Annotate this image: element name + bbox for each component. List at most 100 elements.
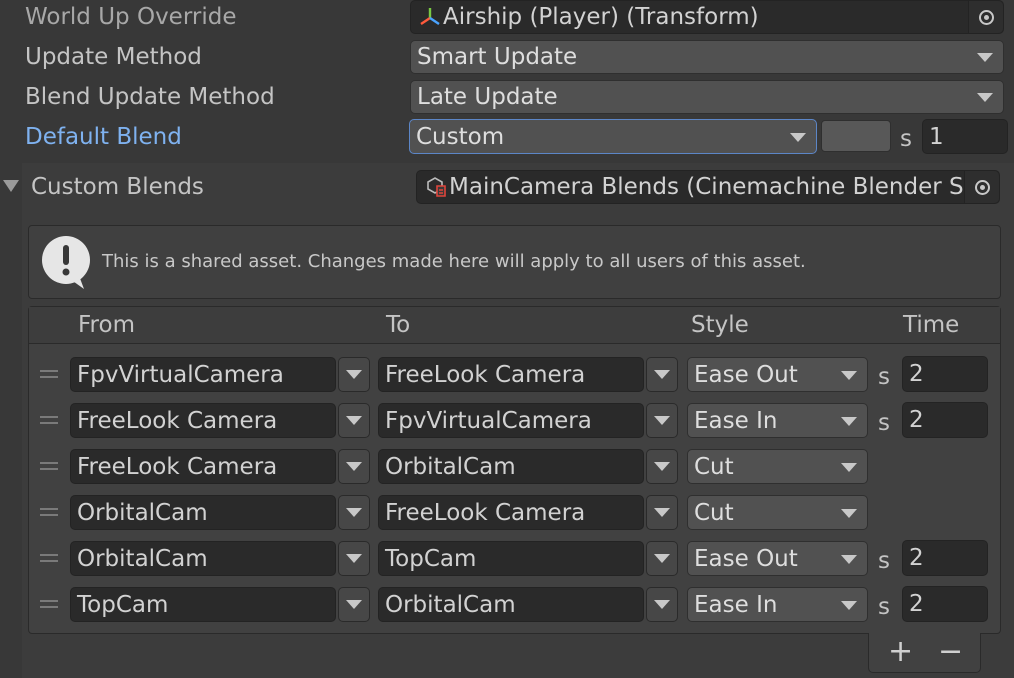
blend-from-field[interactable]: TopCam — [70, 587, 336, 622]
from-dropdown-button[interactable] — [338, 495, 370, 530]
blends-table-header — [29, 307, 1000, 344]
custom-blends-value: MainCamera Blends (Cinemachine Blender S — [449, 174, 964, 200]
custom-blends-field[interactable]: MainCamera Blends (Cinemachine Blender S — [416, 170, 1000, 204]
blend-style-value: Cut — [694, 453, 734, 480]
drag-handle-icon[interactable] — [40, 600, 58, 612]
blend-to-field[interactable]: OrbitalCam — [378, 449, 644, 484]
to-dropdown-button[interactable] — [646, 403, 678, 438]
blend-time-input[interactable]: 2 — [902, 356, 988, 392]
blend-from-field[interactable]: OrbitalCam — [70, 541, 336, 576]
blend-to-field[interactable]: FreeLook Camera — [378, 357, 644, 392]
chevron-down-icon — [654, 370, 670, 379]
from-dropdown-button[interactable] — [338, 541, 370, 576]
blend-to-field[interactable]: FpvVirtualCamera — [378, 403, 644, 438]
chevron-down-icon — [346, 370, 362, 379]
from-dropdown-button[interactable] — [338, 357, 370, 392]
blend-time-value: 2 — [909, 545, 924, 571]
blend-from-field[interactable]: FreeLook Camera — [70, 403, 336, 438]
default-blend-style-value: Custom — [416, 123, 505, 150]
header-from: From — [78, 312, 135, 338]
list-footer — [868, 633, 981, 673]
blend-style-value: Ease Out — [694, 545, 798, 572]
blend-update-method-label: Blend Update Method — [25, 84, 275, 110]
blend-style-value: Ease In — [694, 407, 778, 434]
drag-handle-icon[interactable] — [40, 462, 58, 474]
blend-from-value: FreeLook Camera — [77, 407, 278, 434]
add-blend-button[interactable]: + — [888, 637, 913, 667]
default-blend-time-input[interactable]: 1 — [922, 119, 1008, 154]
world-up-override-label: World Up Override — [25, 4, 237, 30]
blend-style-value: Ease Out — [694, 361, 798, 388]
to-dropdown-button[interactable] — [646, 357, 678, 392]
to-dropdown-button[interactable] — [646, 541, 678, 576]
time-unit-label: s — [878, 364, 890, 390]
blend-update-method-value: Late Update — [417, 84, 558, 110]
shared-asset-helpbox: This is a shared asset. Changes made her… — [28, 225, 1001, 299]
blend-style-dropdown[interactable]: Ease Out — [687, 541, 868, 576]
blend-to-field[interactable]: TopCam — [378, 541, 644, 576]
object-picker-icon[interactable] — [968, 1, 1003, 33]
blend-style-dropdown[interactable]: Ease In — [687, 587, 868, 622]
chevron-down-icon — [977, 53, 993, 62]
blend-to-value: OrbitalCam — [385, 453, 516, 480]
header-time: Time — [903, 312, 960, 338]
chevron-down-icon — [346, 600, 362, 609]
chevron-down-icon — [346, 508, 362, 517]
to-dropdown-button[interactable] — [646, 449, 678, 484]
blend-from-field[interactable]: FpvVirtualCamera — [70, 357, 336, 392]
chevron-down-icon — [346, 462, 362, 471]
to-dropdown-button[interactable] — [646, 587, 678, 622]
blend-style-dropdown[interactable]: Ease Out — [687, 357, 868, 392]
blend-from-field[interactable]: FreeLook Camera — [70, 449, 336, 484]
chevron-down-icon — [654, 416, 670, 425]
header-to: To — [386, 312, 411, 338]
drag-handle-icon[interactable] — [40, 508, 58, 520]
update-method-dropdown[interactable]: Smart Update — [410, 40, 1004, 74]
blend-from-value: FpvVirtualCamera — [77, 361, 284, 388]
blend-to-value: FpvVirtualCamera — [385, 407, 592, 434]
drag-handle-icon[interactable] — [40, 416, 58, 428]
chevron-down-icon — [654, 508, 670, 517]
from-dropdown-button[interactable] — [338, 403, 370, 438]
header-style: Style — [691, 312, 749, 338]
chevron-down-icon — [790, 132, 806, 142]
object-picker-icon[interactable] — [964, 171, 999, 203]
update-method-label: Update Method — [25, 44, 202, 70]
blend-time-input[interactable]: 2 — [902, 402, 988, 438]
blend-from-value: OrbitalCam — [77, 499, 208, 526]
default-blend-style-dropdown[interactable]: Custom — [409, 119, 817, 154]
warning-speech-icon — [40, 235, 94, 297]
drag-handle-icon[interactable] — [40, 554, 58, 566]
blend-time-input[interactable]: 2 — [902, 540, 988, 576]
chevron-down-icon — [654, 462, 670, 471]
custom-blends-foldout-arrow[interactable] — [3, 180, 19, 192]
chevron-down-icon — [841, 416, 857, 426]
to-dropdown-button[interactable] — [646, 495, 678, 530]
drag-handle-icon[interactable] — [40, 370, 58, 382]
chevron-down-icon — [841, 554, 857, 564]
blend-update-method-dropdown[interactable]: Late Update — [410, 80, 1004, 114]
from-dropdown-button[interactable] — [338, 587, 370, 622]
chevron-down-icon — [841, 600, 857, 610]
time-unit-label: s — [878, 594, 890, 620]
blend-to-value: TopCam — [385, 545, 477, 572]
blend-from-field[interactable]: OrbitalCam — [70, 495, 336, 530]
chevron-down-icon — [841, 370, 857, 380]
blend-style-dropdown[interactable]: Cut — [687, 449, 868, 484]
blend-time-value: 2 — [909, 361, 924, 387]
remove-blend-button[interactable]: − — [938, 637, 963, 667]
world-up-override-field[interactable]: Airship (Player) (Transform) — [410, 0, 1004, 34]
custom-blends-label: Custom Blends — [31, 174, 204, 200]
blend-to-field[interactable]: FreeLook Camera — [378, 495, 644, 530]
chevron-down-icon — [977, 93, 993, 102]
blend-from-value: FreeLook Camera — [77, 453, 278, 480]
from-dropdown-button[interactable] — [338, 449, 370, 484]
blend-to-field[interactable]: OrbitalCam — [378, 587, 644, 622]
default-blend-curve-field[interactable] — [821, 120, 891, 152]
blend-style-dropdown[interactable]: Ease In — [687, 403, 868, 438]
blend-style-dropdown[interactable]: Cut — [687, 495, 868, 530]
blend-time-input[interactable]: 2 — [902, 586, 988, 622]
blend-time-value: 2 — [909, 407, 924, 433]
update-method-value: Smart Update — [417, 44, 578, 70]
default-blend-time-value: 1 — [929, 123, 944, 150]
